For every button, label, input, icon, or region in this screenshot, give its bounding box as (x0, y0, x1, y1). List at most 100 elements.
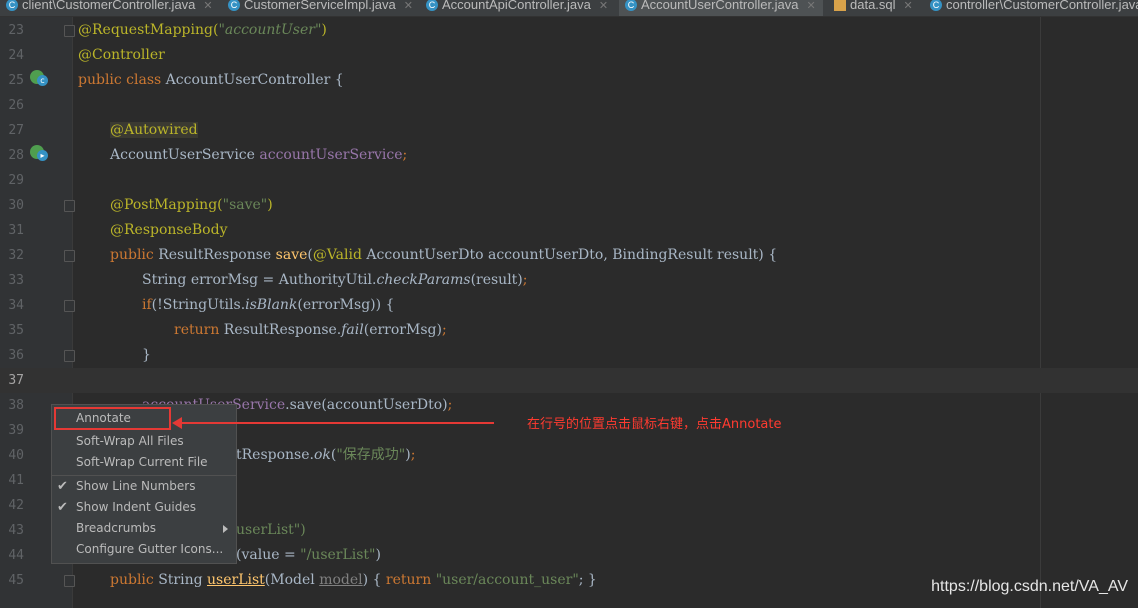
line-number[interactable]: 44 (0, 543, 24, 568)
code-line-29[interactable]: 29 (0, 168, 1138, 193)
close-icon[interactable]: ✕ (404, 0, 413, 12)
line-number[interactable]: 43 (0, 518, 24, 543)
close-icon[interactable]: ✕ (807, 0, 816, 12)
fold-marker-icon[interactable] (64, 575, 75, 587)
tab-client-customer-controller[interactable]: Cclient\CustomerController.java ✕ (0, 0, 220, 16)
menu-item-soft-wrap-current-file[interactable]: Soft-Wrap Current File (52, 452, 236, 473)
code-token: String (158, 572, 208, 588)
code-line-31[interactable]: 31 @ResponseBody (0, 218, 1138, 243)
code-token: ResultResponse (158, 247, 276, 263)
line-number[interactable]: 25 (0, 68, 24, 93)
code-token: save (275, 247, 308, 263)
code-line-36[interactable]: 36 } (0, 343, 1138, 368)
code-line-26[interactable]: 26 (0, 93, 1138, 118)
code-line-23[interactable]: 23 @RequestMapping("accountUser") (0, 18, 1138, 43)
code-token: .save(accountUserDto) (285, 397, 448, 413)
line-number[interactable]: 41 (0, 468, 24, 493)
fold-marker-icon[interactable] (64, 200, 75, 212)
code-token: ) (375, 547, 381, 563)
code-line-33[interactable]: 33 String errorMsg = AuthorityUtil.check… (0, 268, 1138, 293)
line-number[interactable]: 35 (0, 318, 24, 343)
line-number[interactable]: 45 (0, 568, 24, 593)
line-number[interactable]: 32 (0, 243, 24, 268)
code-token: public (110, 572, 159, 588)
code-token: AccountUserService (110, 147, 260, 163)
spring-bean-icon[interactable]: ▸ (30, 145, 48, 161)
tab-account-api-controller[interactable]: C AccountApiController.java ✕ (420, 0, 616, 16)
code-token: ; (522, 272, 528, 288)
code-token: "user/account_user" (435, 572, 579, 588)
code-token: ; } (578, 572, 597, 588)
close-icon[interactable]: ✕ (203, 0, 212, 12)
line-number[interactable]: 40 (0, 443, 24, 468)
tab-account-user-controller[interactable]: C AccountUserController.java ✕ (619, 0, 823, 16)
code-token: @RequestMapping( (78, 22, 219, 38)
code-token: checkParams (376, 272, 471, 288)
code-token: @Controller (78, 47, 165, 63)
code-token: ok (313, 447, 331, 463)
java-class-icon: C (625, 0, 637, 11)
code-line-25[interactable]: 25 c public class AccountUserController … (0, 68, 1138, 93)
tab-controller-customer-controller[interactable]: Ccontroller\CustomerController.java (924, 0, 1138, 16)
code-token: String errorMsg = AuthorityUtil. (142, 272, 377, 288)
code-line-27[interactable]: 27 @Autowired (0, 118, 1138, 143)
submenu-arrow-icon (223, 525, 228, 533)
code-token: "save" (222, 197, 268, 213)
line-number[interactable]: 23 (0, 18, 24, 43)
line-number[interactable]: 27 (0, 118, 24, 143)
line-number[interactable]: 36 (0, 343, 24, 368)
code-line-28[interactable]: 28 ▸ AccountUserService accountUserServi… (0, 143, 1138, 168)
line-number[interactable]: 24 (0, 43, 24, 68)
code-line-30[interactable]: 30 @PostMapping("save") (0, 193, 1138, 218)
line-number[interactable]: 28 (0, 143, 24, 168)
code-line-37[interactable]: 37 (0, 368, 1138, 393)
line-number[interactable]: 31 (0, 218, 24, 243)
code-token: "/userList" (300, 547, 376, 563)
code-token: return (174, 322, 224, 338)
code-token: @Valid (312, 247, 367, 263)
code-token: userList (207, 572, 265, 588)
code-token: ; (410, 447, 416, 463)
checkmark-icon: ✔ (57, 500, 68, 515)
code-token: ; (441, 322, 447, 338)
menu-item-soft-wrap-all-files[interactable]: Soft-Wrap All Files (52, 431, 236, 452)
code-token: public (110, 247, 159, 263)
java-class-icon: C (228, 0, 240, 11)
menu-item-show-line-numbers[interactable]: ✔ Show Line Numbers (52, 476, 236, 497)
code-token: @PostMapping( (110, 197, 223, 213)
spring-bean-icon[interactable]: c (30, 70, 48, 86)
fold-marker-icon[interactable] (64, 25, 75, 37)
code-line-35[interactable]: 35 return ResultResponse.fail(errorMsg); (0, 318, 1138, 343)
tab-data-sql[interactable]: data.sql ✕ (828, 0, 920, 16)
sql-file-icon (834, 0, 846, 11)
tab-customer-service-impl[interactable]: C CustomerServiceImpl.java ✕ (222, 0, 417, 16)
menu-item-show-indent-guides[interactable]: ✔ Show Indent Guides (52, 497, 236, 518)
code-token: } (142, 347, 151, 363)
fold-marker-icon[interactable] (64, 250, 75, 262)
code-line-32[interactable]: 32 public ResultResponse save(@Valid Acc… (0, 243, 1138, 268)
menu-item-breadcrumbs[interactable]: Breadcrumbs (52, 518, 236, 539)
menu-item-configure-gutter-icons[interactable]: Configure Gutter Icons... (52, 539, 236, 560)
code-token: ) (321, 22, 327, 38)
line-number[interactable]: 26 (0, 93, 24, 118)
line-number[interactable]: 38 (0, 393, 24, 418)
line-number[interactable]: 34 (0, 293, 24, 318)
code-token: AccountUserController { (165, 72, 344, 88)
fold-marker-icon[interactable] (64, 350, 75, 362)
line-number[interactable]: 37 (0, 368, 24, 393)
line-number[interactable]: 39 (0, 418, 24, 443)
close-icon[interactable]: ✕ (599, 0, 608, 12)
editor-tab-bar: Cclient\CustomerController.java ✕ C Custom… (0, 0, 1138, 17)
line-number[interactable]: 42 (0, 493, 24, 518)
checkmark-icon: ✔ (57, 479, 68, 494)
line-number[interactable]: 30 (0, 193, 24, 218)
line-number[interactable]: 29 (0, 168, 24, 193)
fold-marker-icon[interactable] (64, 300, 75, 312)
code-token: public class (78, 72, 166, 88)
code-line-24[interactable]: 24 @Controller (0, 43, 1138, 68)
code-line-34[interactable]: 34 if(!StringUtils.isBlank(errorMsg)) { (0, 293, 1138, 318)
java-class-icon: C (426, 0, 438, 11)
code-token: AccountUserDto accountUserDto, BindingRe… (366, 247, 778, 263)
line-number[interactable]: 33 (0, 268, 24, 293)
close-icon[interactable]: ✕ (904, 0, 913, 12)
